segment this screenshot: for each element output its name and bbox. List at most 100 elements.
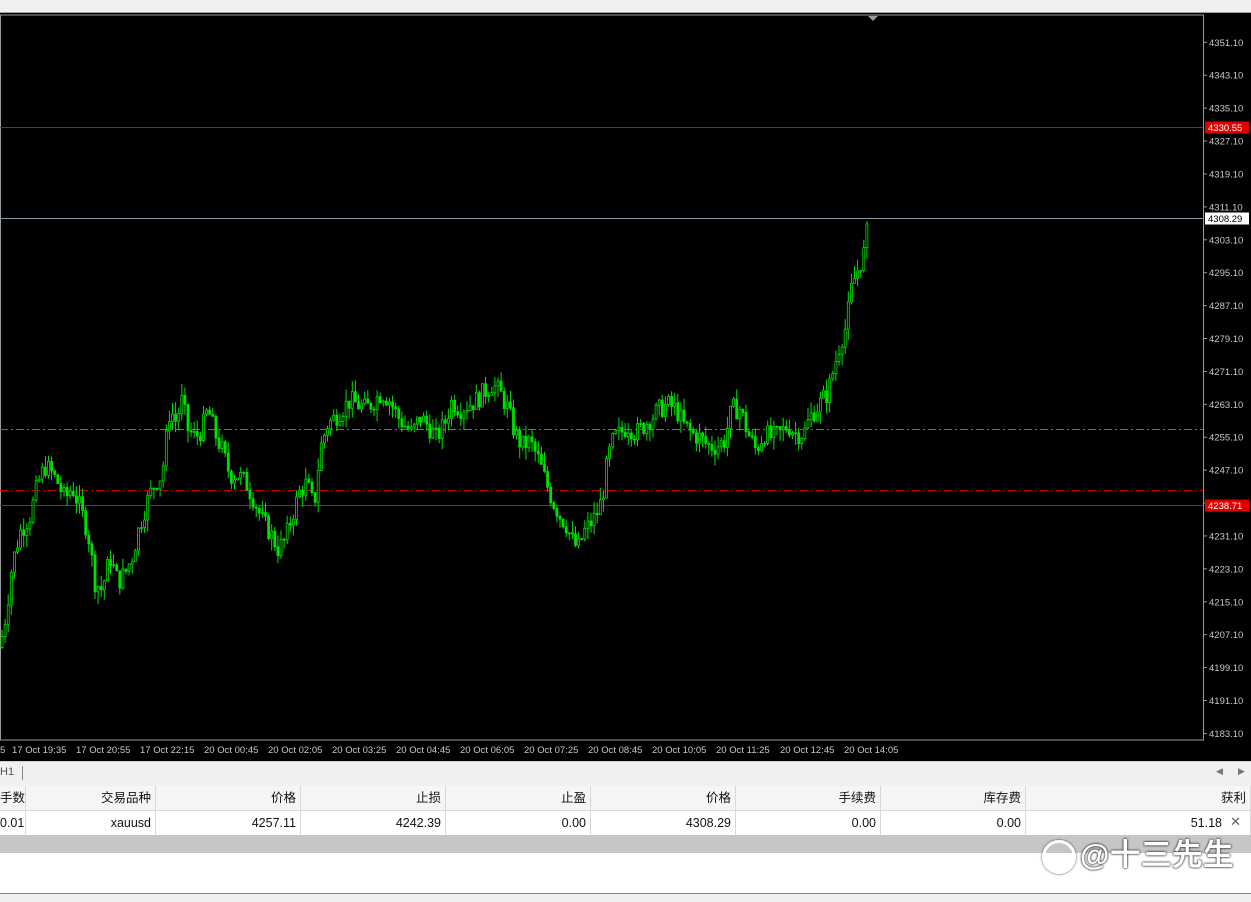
candle-body xyxy=(564,526,568,534)
price-axis-label: 4319.10 xyxy=(1209,169,1243,180)
candle-body xyxy=(87,534,91,545)
column-header[interactable]: 手数 xyxy=(0,786,26,810)
time-axis-label: 17 Oct 19:35 xyxy=(12,745,66,756)
candle-body xyxy=(456,411,460,416)
candle-body xyxy=(304,478,308,496)
candle-body xyxy=(109,559,112,566)
candle-body xyxy=(633,438,636,441)
candle-body xyxy=(676,402,680,422)
candle-body xyxy=(44,466,47,476)
column-header[interactable]: 止盈 xyxy=(446,786,591,810)
candle-body xyxy=(0,636,4,648)
candle-body xyxy=(397,408,401,420)
candle-body xyxy=(741,409,745,413)
timeframe-tab[interactable]: H1 xyxy=(0,766,14,778)
candle-body xyxy=(384,400,388,406)
scroll-right-icon[interactable]: ▶ xyxy=(1238,766,1245,777)
candle-body xyxy=(747,431,751,437)
candle-body xyxy=(546,471,549,488)
candle-body xyxy=(130,561,134,565)
candle-body xyxy=(716,446,720,455)
candle-body xyxy=(853,277,856,284)
candle-body xyxy=(177,413,181,422)
column-header[interactable]: 手续费 xyxy=(736,786,881,810)
column-header[interactable]: 价格 xyxy=(156,786,301,810)
candle-body xyxy=(710,444,714,451)
chart-canvas[interactable]: 4351.10 4343.10 4335.10 4327.10 4319.10 4311.… xyxy=(0,13,1251,761)
column-header[interactable]: 止损 xyxy=(301,786,446,810)
candle-body xyxy=(639,422,642,425)
status-bar xyxy=(0,894,1251,902)
candle-body xyxy=(3,624,7,638)
price-chart[interactable]: 4351.10 4343.10 4335.10 4327.10 4319.10 4311.… xyxy=(0,13,1251,761)
candle-body xyxy=(487,394,491,397)
candle-body xyxy=(34,480,38,501)
candle-body xyxy=(518,429,522,448)
candle-body xyxy=(670,395,673,407)
watermark-logo-icon xyxy=(1042,840,1076,875)
candle-body xyxy=(574,533,577,546)
candle-body xyxy=(713,449,717,455)
price-axis-label: 4247.10 xyxy=(1209,466,1243,477)
candle-body xyxy=(654,404,658,420)
candle-body xyxy=(195,431,199,437)
price-axis-label: 4207.10 xyxy=(1209,630,1243,641)
candle-body xyxy=(319,442,323,471)
column-header[interactable]: 价格 xyxy=(591,786,736,810)
candle-body xyxy=(106,559,109,582)
candle-body xyxy=(719,440,723,448)
candle-body xyxy=(391,401,395,408)
candle-body xyxy=(127,563,131,572)
candle-body xyxy=(629,432,633,440)
top-toolbar xyxy=(0,0,1251,13)
time-axis-label: 5 xyxy=(0,745,5,756)
candle-body xyxy=(12,551,16,574)
time-axis-label: 20 Oct 07:25 xyxy=(524,745,578,756)
candle-body xyxy=(437,427,441,439)
candle-body xyxy=(223,441,227,454)
time-axis-label: 17 Oct 20:55 xyxy=(76,745,130,756)
candle-body xyxy=(136,527,140,552)
candle-body xyxy=(583,527,587,540)
price-axis-label: 4351.10 xyxy=(1209,38,1243,49)
candle-body xyxy=(350,391,354,409)
price-axis-label: 4271.10 xyxy=(1209,367,1243,378)
candle-body xyxy=(806,419,810,429)
candle-body xyxy=(505,401,509,410)
candle-body xyxy=(239,472,243,479)
column-header[interactable]: 获利 xyxy=(1026,786,1251,810)
candle-body xyxy=(394,406,398,410)
tab-separator xyxy=(22,766,23,780)
candle-body xyxy=(577,538,580,546)
candle-body xyxy=(617,426,621,431)
candle-body xyxy=(279,538,283,556)
price-axis-label: 4263.10 xyxy=(1209,400,1243,411)
candle-body xyxy=(623,431,627,438)
column-header[interactable]: 交易品种 xyxy=(26,786,156,810)
candle-body xyxy=(440,419,444,439)
candle-body xyxy=(99,586,103,591)
scroll-left-icon[interactable]: ◀ xyxy=(1216,766,1223,777)
candle-body xyxy=(149,487,153,496)
candle-body xyxy=(499,380,503,392)
candle-body xyxy=(784,426,788,431)
candle-body xyxy=(276,546,280,556)
candle-body xyxy=(40,466,44,480)
table-cell: xauusd xyxy=(26,811,156,835)
candle-body xyxy=(859,269,863,272)
candle-body xyxy=(143,519,147,528)
candle-body xyxy=(493,385,497,394)
candle-body xyxy=(462,411,466,420)
column-header[interactable]: 库存费 xyxy=(881,786,1026,810)
candle-body xyxy=(540,453,543,465)
candle-body xyxy=(124,568,128,572)
candle-body xyxy=(856,270,859,279)
candle-body xyxy=(322,434,326,444)
close-position-icon[interactable]: ✕ xyxy=(1230,814,1241,830)
candle-body xyxy=(112,564,115,567)
candle-body xyxy=(121,568,125,589)
candle-body xyxy=(636,423,639,441)
candle-body xyxy=(71,490,75,497)
candle-body xyxy=(660,399,664,417)
candle-body xyxy=(828,378,832,403)
